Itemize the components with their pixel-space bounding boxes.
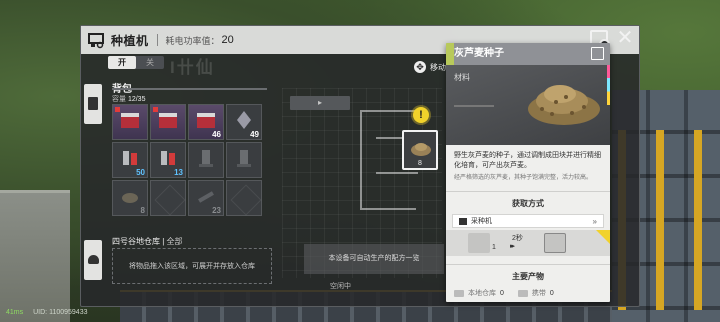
- corner-badge: [596, 230, 610, 244]
- backpack-divider: [112, 88, 267, 90]
- source-name: 采种机: [471, 218, 492, 225]
- warehouse-dropzone[interactable]: 将物品拖入该区域，可展开并存放入仓库: [112, 248, 272, 284]
- inventory-slot[interactable]: 23: [188, 180, 224, 216]
- slot-count: 46: [212, 130, 221, 139]
- warehouse-title: 四号谷地仓库: [112, 237, 160, 246]
- scene-building: [0, 190, 70, 322]
- warehouse-filter[interactable]: 全部: [167, 237, 183, 246]
- crystal-icon: [237, 111, 251, 129]
- wiki-icon[interactable]: [591, 47, 604, 60]
- toggle-on[interactable]: 开: [108, 56, 136, 69]
- tab-warehouse[interactable]: [84, 240, 102, 280]
- seed-pile-icon: [411, 143, 431, 156]
- seed-icon: [122, 193, 138, 203]
- detail-header: 灰芦麦种子: [446, 43, 610, 65]
- stock-warehouse-label: 本地仓库: [468, 290, 496, 297]
- inventory-slot[interactable]: 13: [150, 142, 186, 178]
- toggle-off[interactable]: 关: [136, 56, 164, 69]
- chevron-right-icon: »: [592, 216, 597, 226]
- products-title: 主要产物: [446, 264, 610, 282]
- title-divider: [156, 34, 158, 46]
- input-slot-bar[interactable]: ▸: [290, 96, 350, 110]
- warehouse-icon: [454, 289, 464, 297]
- output-count: 8: [418, 160, 422, 167]
- red-crate-icon: [159, 113, 177, 128]
- item-flavor-text: 经严格筛选的灰芦麦，其种子饱满完整，活力较高。: [454, 175, 593, 181]
- slot-count: 23: [212, 206, 221, 215]
- inventory-slot[interactable]: [226, 142, 262, 178]
- seed-pile-icon: [528, 85, 600, 125]
- planter-machine-icon: [88, 33, 104, 49]
- source-machine-icon: [459, 217, 467, 225]
- inventory-slot[interactable]: [112, 104, 148, 140]
- item-category: 材料: [454, 73, 470, 82]
- move-icon: ✥: [414, 61, 426, 73]
- source-row[interactable]: 采种机 »: [452, 214, 604, 228]
- input-count: 1: [492, 244, 496, 251]
- process-time: 2秒: [512, 235, 523, 242]
- power-label: 耗电功率值：: [165, 35, 220, 46]
- stock-warehouse-value: 0: [500, 289, 504, 297]
- inventory-slot[interactable]: 50: [112, 142, 148, 178]
- backpack-icon: [88, 97, 98, 110]
- red-crate-icon: [197, 113, 215, 128]
- tab-backpack[interactable]: [84, 84, 102, 124]
- stock-carry-label: 携带: [531, 290, 546, 297]
- stock-info: 本地仓库 0 携带 0: [454, 288, 602, 298]
- tool-icon: [198, 191, 214, 203]
- inventory-slot[interactable]: [150, 180, 186, 216]
- inventory-slot[interactable]: [188, 142, 224, 178]
- red-crate-icon: [121, 113, 139, 128]
- output-slot[interactable]: 8: [402, 130, 438, 170]
- output-item-icon: [544, 233, 566, 253]
- window-title: 种植机: [111, 33, 149, 48]
- item-name: 灰芦麦种子: [454, 48, 504, 59]
- close-icon[interactable]: ✕: [615, 28, 635, 49]
- window-watermark: I卄仙: [170, 58, 215, 77]
- backpack-grid: 46 49 50 13 8 23: [112, 104, 270, 218]
- warehouse-header: 四号谷地仓库 | 全部: [112, 237, 183, 246]
- input-item-icon: [468, 233, 490, 253]
- tower-icon: [237, 150, 251, 167]
- tower-icon: [199, 150, 213, 167]
- machine-status: 空闲中: [330, 283, 351, 290]
- obtain-title: 获取方式: [446, 191, 610, 209]
- slot-count: 8: [140, 206, 145, 215]
- canister-icon: [123, 151, 137, 165]
- rarity-strip: [607, 65, 610, 105]
- slot-count: 13: [174, 168, 183, 177]
- ping-indicator: 41ms: [6, 309, 24, 316]
- move-label: 移动: [430, 62, 446, 72]
- power-value: 20: [221, 34, 234, 46]
- hud-status: 41ms UID: 1100959433: [6, 309, 87, 316]
- recipe-process: 1 2秒 ▸▸: [446, 230, 610, 256]
- stock-carry-value: 0: [549, 289, 554, 297]
- inventory-slot[interactable]: 46: [188, 104, 224, 140]
- backpack-capacity: 容量 12/35: [112, 94, 145, 104]
- inventory-slot[interactable]: 49: [226, 104, 262, 140]
- warehouse-icon: [88, 255, 99, 264]
- warning-icon: !: [413, 107, 429, 123]
- slot-count: 50: [136, 168, 145, 177]
- canister-icon: [161, 151, 175, 165]
- backpack-icon: [517, 289, 528, 297]
- item-description: 野生灰芦麦的种子，通过调制成田块并进行精细化培育，可产出灰芦麦。: [454, 152, 601, 169]
- inventory-slot[interactable]: [226, 180, 262, 216]
- capacity-value: 12/35: [127, 96, 146, 103]
- recipe-list-hint[interactable]: 本设备可自动生产的配方一览: [304, 244, 444, 274]
- uid-label: UID: 1100959433: [33, 309, 88, 316]
- inventory-slot[interactable]: [150, 104, 186, 140]
- slot-count: 49: [250, 130, 259, 139]
- power-toggle[interactable]: 开 关: [108, 56, 164, 69]
- move-button[interactable]: ✥ 移动: [414, 60, 446, 74]
- item-detail-panel: 灰芦麦种子 材料 野生灰芦麦的种子，通过调制成田块并进行精细化培育，可产出灰芦麦…: [446, 43, 610, 302]
- arrow-icon: ▸▸: [510, 243, 515, 250]
- inventory-slot[interactable]: 8: [112, 180, 148, 216]
- capacity-label: 容量: [112, 96, 126, 103]
- item-preview: 材料: [446, 65, 610, 145]
